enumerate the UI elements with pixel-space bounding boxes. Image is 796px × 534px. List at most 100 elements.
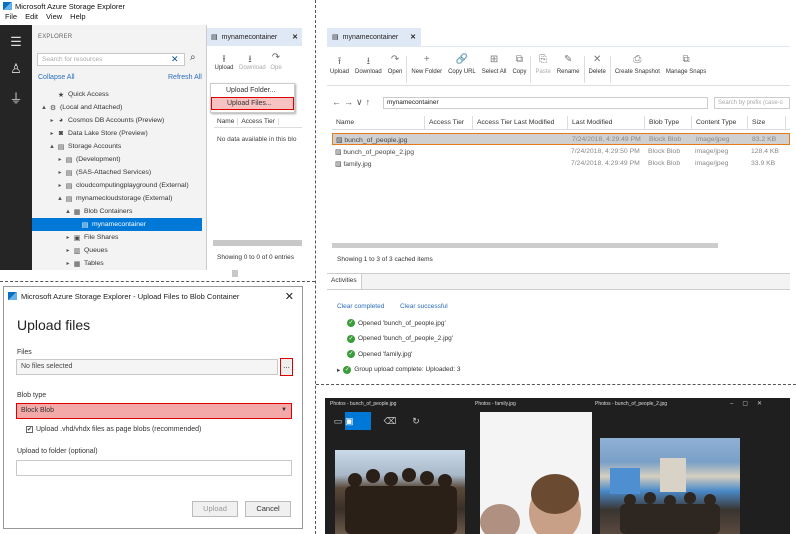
account-icon[interactable]: ♙ <box>0 61 32 79</box>
tree-item[interactable]: ▲ ⚙ (Local and Attached) <box>32 101 202 114</box>
files-field[interactable]: No files selected <box>16 359 278 375</box>
collapsed-arrow-icon[interactable]: ▸ <box>48 130 56 137</box>
clear-completed-link[interactable]: Clear completed <box>337 303 384 310</box>
tree-item[interactable]: ▸ ◕ Cosmos DB Accounts (Preview) <box>32 114 202 127</box>
column-last-modified[interactable]: Last Modified <box>568 116 645 129</box>
rotate-icon[interactable]: ↻ <box>403 412 429 430</box>
new-folder-button[interactable]: + New Folder <box>408 54 445 85</box>
tree-item[interactable]: ▸ ▤ cloudcomputingplayground (External) <box>32 179 202 192</box>
collapse-all-link[interactable]: Collapse All <box>38 74 75 81</box>
column-blob-type[interactable]: Blob Type <box>645 116 692 129</box>
checkbox-checked-icon[interactable]: ✔ <box>26 426 33 433</box>
rename-button[interactable]: ✎ Rename <box>554 54 583 85</box>
tree-item[interactable]: ▸ ◙ Data Lake Store (Preview) <box>32 127 202 140</box>
column-name[interactable]: Name <box>332 116 425 129</box>
search-icon[interactable]: ⌕ <box>190 52 196 63</box>
blob-type-select[interactable]: Block Blob ▼ <box>16 403 292 419</box>
manage-snaps-button[interactable]: ⧉ Manage Snaps <box>663 54 709 85</box>
expanded-arrow-icon[interactable]: ▲ <box>56 196 64 202</box>
window-controls-icon[interactable]: –▢✕ <box>730 400 771 407</box>
expanded-arrow-icon[interactable]: ▲ <box>48 144 56 150</box>
search-input[interactable]: Search for resources <box>37 53 185 66</box>
tab-mynamecontainer[interactable]: ▤ mynamecontainer ✕ <box>207 28 302 46</box>
activities-tab[interactable]: Activities <box>327 274 362 289</box>
path-box[interactable]: mynamecontainer <box>383 97 708 109</box>
download-button[interactable]: ⭳ Download <box>352 54 385 85</box>
column-content-type[interactable]: Content Type <box>692 116 748 129</box>
grid-horizontal-scrollbar[interactable] <box>332 243 718 248</box>
column-access-tier-last-modified[interactable]: Access Tier Last Modified <box>473 116 568 129</box>
explorer-icon[interactable]: ☰ <box>0 34 32 52</box>
open-button[interactable]: ↷ Ope <box>265 52 287 71</box>
paste-icon: ⎘ <box>539 54 548 65</box>
expand-arrow-icon[interactable]: ▸ <box>337 366 340 374</box>
upload-button[interactable]: ⭱ Upload <box>213 52 235 71</box>
menu-file[interactable]: File <box>5 12 17 22</box>
download-button[interactable]: ⭳ Download <box>239 52 266 71</box>
prefix-search-input[interactable]: Search by prefix (case-s <box>714 97 790 109</box>
star-icon: ★ <box>57 91 65 99</box>
close-tab-icon[interactable]: ✕ <box>410 33 416 41</box>
tree-item[interactable]: ▸ ▥ Queues <box>32 244 202 257</box>
clear-successful-link[interactable]: Clear successful <box>400 303 448 310</box>
open-button[interactable]: ↷ Open <box>385 54 406 85</box>
blob-row[interactable]: ▨ bunch_of_people.jpg 7/24/2018, 4:29:49 … <box>332 133 790 145</box>
showing-items-text: Showing 1 to 3 of 3 cached items <box>337 256 433 263</box>
tab-mynamecontainer[interactable]: ▤ mynamecontainer ✕ <box>327 28 421 46</box>
collapsed-arrow-icon[interactable]: ▸ <box>56 169 64 176</box>
clear-search-icon[interactable]: ✕ <box>171 54 179 65</box>
menu-help[interactable]: Help <box>70 12 85 22</box>
tree-item[interactable]: ▲ ▤ mynamecloudstorage (External) <box>32 192 202 205</box>
download-label: Download <box>239 65 266 71</box>
collapsed-arrow-icon[interactable]: ▸ <box>64 260 72 267</box>
refresh-all-link[interactable]: Refresh All <box>168 74 202 81</box>
select-all-button[interactable]: ⊞ Select All <box>479 54 510 85</box>
expanded-arrow-icon[interactable]: ▲ <box>40 105 48 111</box>
tree-item[interactable]: ▸ ▦ Tables <box>32 257 202 270</box>
page-blob-checkbox-row[interactable]: ✔ Upload .vhd/vhdx files as page blobs (… <box>26 426 201 433</box>
collapsed-arrow-icon[interactable]: ▸ <box>56 182 64 189</box>
collapsed-arrow-icon[interactable]: ▸ <box>64 234 72 241</box>
tree-item[interactable]: ▸ ▣ File Shares <box>32 231 202 244</box>
connect-plug-icon[interactable]: ⏚ <box>0 88 32 106</box>
showing-entries-text: Showing 0 to 0 of 0 entries <box>217 254 294 261</box>
tree-item[interactable]: ▸ ▤ (Development) <box>32 153 202 166</box>
menu-edit[interactable]: Edit <box>25 12 38 22</box>
upload-button[interactable]: Upload <box>192 501 238 517</box>
upload-button[interactable]: ⭱ Upload <box>327 54 352 85</box>
delete-button[interactable]: ✕ Delete <box>586 54 609 85</box>
cancel-button[interactable]: Cancel <box>245 501 291 517</box>
menu-view[interactable]: View <box>46 12 62 22</box>
trash-icon[interactable]: ⌫ <box>377 412 403 430</box>
blob-row[interactable]: ▨ bunch_of_people_2.jpg 7/24/2018, 4:29:5… <box>332 146 790 158</box>
tree-item[interactable]: ▸ ▤ (SAS-Attached Services) <box>32 166 202 179</box>
close-tab-icon[interactable]: ✕ <box>292 33 298 41</box>
expanded-arrow-icon[interactable]: ▲ <box>64 209 72 215</box>
tree-item[interactable]: ▲ ▦ Blob Containers <box>32 205 202 218</box>
upload-folder-input[interactable] <box>16 460 292 476</box>
tree-item[interactable]: ▤ mynamecontainer <box>32 218 202 231</box>
column-name[interactable]: Name <box>214 117 239 125</box>
navigation-arrows-icon[interactable]: ←→∨↑ <box>332 97 373 108</box>
close-dialog-icon[interactable]: ✕ <box>285 290 294 303</box>
column-access-tier[interactable]: Access Tier <box>425 116 473 129</box>
horizontal-scrollbar[interactable] <box>213 240 302 246</box>
paste-button[interactable]: ⎘ Paste <box>532 54 553 85</box>
create-snapshot-button[interactable]: ⎙ Create Snapshot <box>612 54 663 85</box>
collapsed-arrow-icon[interactable]: ▸ <box>56 156 64 163</box>
tree-item[interactable]: ★ Quick Access <box>32 88 202 101</box>
column-access-tier[interactable]: Access Tier <box>238 117 279 125</box>
copy-button[interactable]: ⧉ Copy <box>509 54 529 85</box>
activity-text: Opened 'bunch_of_people.jpg' <box>358 319 446 327</box>
upload-folder-item[interactable]: Upload Folder... <box>211 84 294 97</box>
copy-url-button[interactable]: 🔗 Copy URL <box>445 54 479 85</box>
column-size[interactable]: Size <box>748 116 786 129</box>
photos-viewers: Photos - bunch_of_people.jpg Photos - fa… <box>325 398 790 534</box>
collapsed-arrow-icon[interactable]: ▸ <box>48 117 56 124</box>
browse-files-button[interactable]: ... <box>280 358 293 376</box>
blob-row[interactable]: ▨ family.jpg 7/24/2018, 4:29:49 PM Block B… <box>332 158 790 170</box>
image-icon[interactable]: ▣ <box>345 412 371 430</box>
upload-files-item[interactable]: Upload Files... <box>211 97 294 110</box>
collapsed-arrow-icon[interactable]: ▸ <box>64 247 72 254</box>
tree-item[interactable]: ▲ ▤ Storage Accounts <box>32 140 202 153</box>
